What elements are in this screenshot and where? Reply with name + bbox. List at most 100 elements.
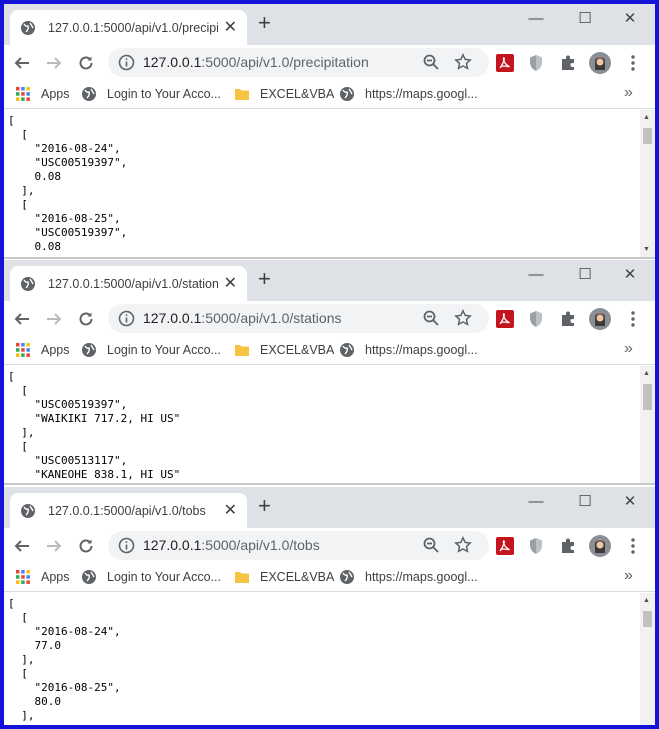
bookmark-star-icon[interactable]	[454, 53, 472, 71]
close-window-button[interactable]: ✕	[620, 262, 640, 286]
json-text: [ [ "USC00519397", "WAIKIKI 717.2, HI US…	[8, 370, 181, 481]
bookmark-login[interactable]: Login to Your Acco...	[81, 342, 221, 358]
bookmark-maps[interactable]: https://maps.googl...	[339, 342, 478, 358]
scroll-down-arrow-icon[interactable]: ▼	[643, 246, 650, 253]
json-content: [ [ "2016-08-24", 77.0 ], [ "2016-08-25"…	[4, 593, 655, 725]
maximize-button[interactable]: ☐	[575, 489, 595, 513]
back-arrow-icon[interactable]	[10, 307, 34, 331]
scrollbar-thumb[interactable]	[643, 128, 652, 144]
tab-close-icon[interactable]: ✕	[224, 275, 237, 292]
new-tab-button[interactable]: +	[258, 12, 271, 34]
reload-icon[interactable]	[74, 307, 98, 331]
minimize-button[interactable]: —	[526, 262, 546, 286]
bookmark-login[interactable]: Login to Your Acco...	[81, 86, 221, 102]
bookmark-star-icon[interactable]	[454, 309, 472, 327]
json-text: [ [ "2016-08-24", 77.0 ], [ "2016-08-25"…	[8, 597, 121, 722]
new-tab-button[interactable]: +	[258, 495, 271, 517]
url-path: :5000/api/v1.0/stations	[201, 310, 342, 326]
bookmark-apps[interactable]: Apps	[15, 569, 70, 585]
more-bookmarks-chevron-icon[interactable]: »	[624, 84, 633, 102]
scroll-up-arrow-icon[interactable]: ▲	[643, 370, 650, 377]
profile-avatar[interactable]	[588, 534, 612, 558]
pdf-extension-icon[interactable]	[493, 51, 517, 75]
info-icon[interactable]	[118, 537, 135, 554]
forward-arrow-icon[interactable]	[42, 534, 66, 558]
bookmark-apps[interactable]: Apps	[15, 342, 70, 358]
shield-extension-icon[interactable]	[524, 51, 548, 75]
scrollbar-thumb[interactable]	[643, 384, 652, 410]
pdf-extension-icon[interactable]	[493, 307, 517, 331]
vertical-scrollbar[interactable]: ▲	[640, 366, 655, 483]
pdf-extension-icon[interactable]	[493, 534, 517, 558]
url-text[interactable]: 127.0.0.1:5000/api/v1.0/precipitation	[143, 54, 369, 70]
more-bookmarks-chevron-icon[interactable]: »	[624, 567, 633, 585]
bookmark-excel-vba[interactable]: EXCEL&VBA	[234, 342, 334, 358]
bookmark-label: EXCEL&VBA	[260, 87, 335, 101]
menu-kebab-icon[interactable]	[621, 307, 645, 331]
bookmark-excel-vba[interactable]: EXCEL&VBA	[234, 86, 334, 102]
tab-tobs[interactable]: 127.0.0.1:5000/api/v1.0/tobs ✕	[10, 493, 247, 528]
back-arrow-icon[interactable]	[10, 534, 34, 558]
bookmark-maps[interactable]: https://maps.googl...	[339, 569, 478, 585]
address-bar[interactable]: 127.0.0.1:5000/api/v1.0/tobs	[108, 531, 489, 560]
extensions-puzzle-icon[interactable]	[556, 307, 580, 331]
info-icon[interactable]	[118, 310, 135, 327]
bookmark-label: https://maps.googl...	[365, 570, 478, 584]
toolbar: 127.0.0.1:5000/api/v1.0/tobs	[4, 528, 655, 564]
profile-avatar[interactable]	[588, 307, 612, 331]
globe-icon	[21, 503, 35, 518]
json-content: [ [ "USC00519397", "WAIKIKI 717.2, HI US…	[4, 366, 655, 483]
vertical-scrollbar[interactable]: ▲ ▼	[640, 110, 655, 257]
info-icon[interactable]	[118, 54, 135, 71]
tab-precipitation[interactable]: 127.0.0.1:5000/api/v1.0/precipitation ✕	[10, 10, 247, 45]
zoom-out-icon[interactable]	[422, 536, 440, 554]
zoom-out-icon[interactable]	[422, 53, 440, 71]
scroll-up-arrow-icon[interactable]: ▲	[643, 597, 650, 604]
url-path: :5000/api/v1.0/precipitation	[201, 54, 369, 70]
more-bookmarks-chevron-icon[interactable]: »	[624, 340, 633, 358]
scroll-up-arrow-icon[interactable]: ▲	[643, 114, 650, 121]
address-bar[interactable]: 127.0.0.1:5000/api/v1.0/precipitation	[108, 48, 489, 77]
bookmark-login[interactable]: Login to Your Acco...	[81, 569, 221, 585]
minimize-button[interactable]: —	[526, 489, 546, 513]
bookmark-label: Apps	[41, 87, 70, 101]
url-text[interactable]: 127.0.0.1:5000/api/v1.0/tobs	[143, 537, 320, 553]
maximize-button[interactable]: ☐	[575, 262, 595, 286]
reload-icon[interactable]	[74, 534, 98, 558]
profile-avatar[interactable]	[588, 51, 612, 75]
tab-close-icon[interactable]: ✕	[224, 502, 237, 519]
menu-kebab-icon[interactable]	[621, 534, 645, 558]
bookmark-maps[interactable]: https://maps.googl...	[339, 86, 478, 102]
scrollbar-thumb[interactable]	[643, 611, 652, 627]
bookmark-excel-vba[interactable]: EXCEL&VBA	[234, 569, 334, 585]
reload-icon[interactable]	[74, 51, 98, 75]
shield-extension-icon[interactable]	[524, 307, 548, 331]
maximize-button[interactable]: ☐	[575, 6, 595, 30]
bookmark-star-icon[interactable]	[454, 536, 472, 554]
tab-stations[interactable]: 127.0.0.1:5000/api/v1.0/stations ✕	[10, 266, 247, 301]
apps-grid-icon	[16, 87, 30, 101]
new-tab-button[interactable]: +	[258, 268, 271, 290]
zoom-out-icon[interactable]	[422, 309, 440, 327]
globe-icon	[340, 570, 354, 584]
address-bar[interactable]: 127.0.0.1:5000/api/v1.0/stations	[108, 304, 489, 333]
tab-close-icon[interactable]: ✕	[224, 19, 237, 36]
globe-icon	[21, 276, 35, 291]
extensions-puzzle-icon[interactable]	[556, 51, 580, 75]
tab-title: 127.0.0.1:5000/api/v1.0/tobs	[48, 503, 206, 518]
toolbar: 127.0.0.1:5000/api/v1.0/stations	[4, 301, 655, 337]
shield-extension-icon[interactable]	[524, 534, 548, 558]
close-window-button[interactable]: ✕	[620, 6, 640, 30]
bookmark-apps[interactable]: Apps	[15, 86, 70, 102]
minimize-button[interactable]: —	[526, 6, 546, 30]
vertical-scrollbar[interactable]: ▲	[640, 593, 655, 725]
back-arrow-icon[interactable]	[10, 51, 34, 75]
close-window-button[interactable]: ✕	[620, 489, 640, 513]
url-text[interactable]: 127.0.0.1:5000/api/v1.0/stations	[143, 310, 342, 326]
forward-arrow-icon[interactable]	[42, 307, 66, 331]
bookmarks-bar: Apps Login to Your Acco... EXCEL&VBA htt…	[4, 564, 655, 592]
extensions-puzzle-icon[interactable]	[556, 534, 580, 558]
menu-kebab-icon[interactable]	[621, 51, 645, 75]
screenshot-frame: 127.0.0.1:5000/api/v1.0/precipitation ✕ …	[4, 4, 655, 725]
forward-arrow-icon[interactable]	[42, 51, 66, 75]
